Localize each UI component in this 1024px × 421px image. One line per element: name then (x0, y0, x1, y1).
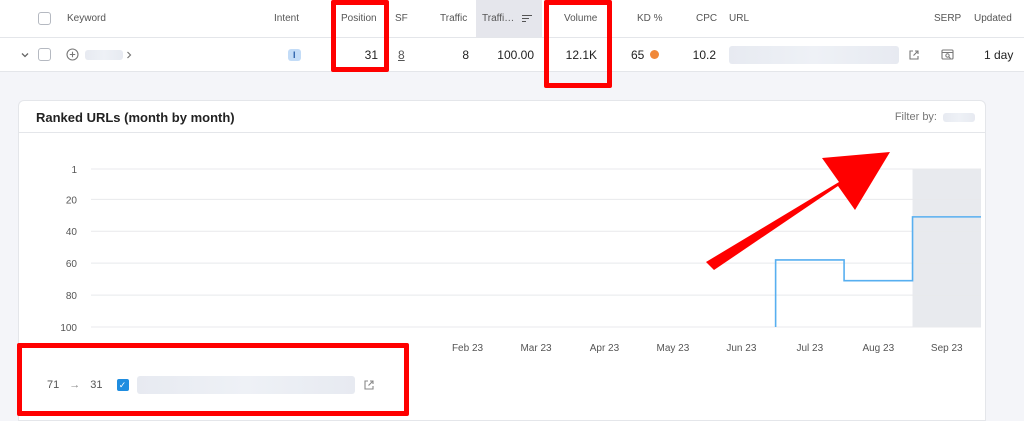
annotation-arrow-icon (706, 152, 890, 270)
annotation-arrow-layer (706, 152, 890, 270)
